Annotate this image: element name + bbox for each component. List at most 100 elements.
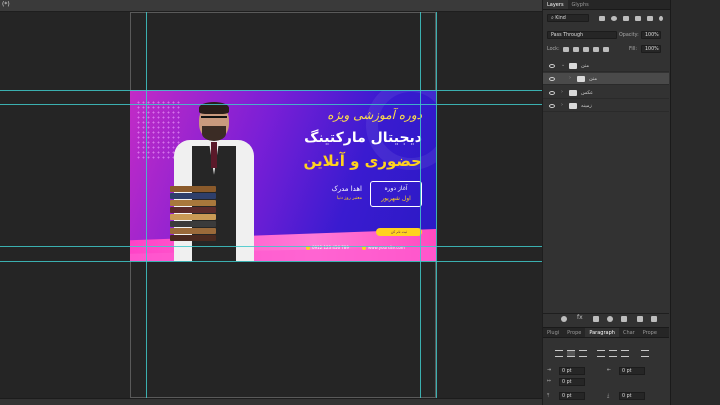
tab-layers[interactable]: Layers xyxy=(543,0,568,9)
certificate-info: اهدا مدرک معتبر روز دنیا xyxy=(331,184,362,204)
justify-right-icon[interactable] xyxy=(621,350,629,357)
filter-kind-label: Kind xyxy=(555,16,566,21)
guide-horizontal[interactable] xyxy=(0,246,542,247)
indent-left-icon: ⇥ xyxy=(547,368,552,373)
tab-plugins[interactable]: Plugi xyxy=(543,328,563,337)
banner-title-line2: دیجیتال مارکتینگ xyxy=(304,130,422,146)
tab-properties-2[interactable]: Prope xyxy=(639,328,661,337)
chevron-right-icon[interactable]: › xyxy=(561,102,563,108)
tab-properties[interactable]: Prope xyxy=(563,328,585,337)
indent-first-line-field[interactable]: 0 pt xyxy=(559,378,585,386)
adjustment-filter-icon[interactable] xyxy=(611,16,617,21)
indent-first-line-icon: ↦ xyxy=(547,379,552,384)
banner-title-line1: دوره آموزشی ویژه xyxy=(327,108,422,122)
register-pill: ثبت نام کن xyxy=(376,228,422,236)
fx-icon[interactable]: fx xyxy=(577,314,585,321)
chevron-right-icon[interactable]: › xyxy=(561,89,563,95)
shape-filter-icon[interactable] xyxy=(635,16,641,21)
layer-row-selected[interactable]: › متن xyxy=(543,73,669,85)
align-left-icon[interactable] xyxy=(555,350,563,357)
type-filter-icon[interactable] xyxy=(623,16,629,21)
layers-bottom-toolbar: fx xyxy=(543,313,669,323)
layer-name: زمینه xyxy=(581,103,592,109)
blend-mode-label: Pass Through xyxy=(551,33,584,38)
layer-row[interactable]: › عکس xyxy=(543,87,669,99)
justify-center-icon[interactable] xyxy=(609,350,617,357)
mask-icon[interactable] xyxy=(593,316,599,322)
guide-vertical[interactable] xyxy=(146,12,147,398)
space-after-field[interactable]: 0 pt xyxy=(619,392,645,400)
image-filter-icon[interactable] xyxy=(599,16,605,21)
book-stack xyxy=(170,186,216,244)
link-icon[interactable] xyxy=(561,316,567,322)
smart-object-filter-icon[interactable] xyxy=(647,16,653,21)
new-group-icon[interactable] xyxy=(621,316,627,322)
status-bar xyxy=(0,398,542,405)
canvas-area[interactable]: دوره آموزشی ویژه دیجیتال مارکتینگ حضوری … xyxy=(0,12,542,398)
layers-panel-tabs: Layers Glyphs xyxy=(543,0,670,10)
banner-title-line3: حضوری و آنلاین xyxy=(303,152,422,170)
tab-character[interactable]: Char xyxy=(619,328,639,337)
folder-icon xyxy=(569,63,577,69)
guide-vertical[interactable] xyxy=(420,12,421,398)
paragraph-panel-tabs: Plugi Prope Paragraph Char Prope xyxy=(543,328,669,338)
justify-left-icon[interactable] xyxy=(597,350,605,357)
chevron-down-icon[interactable]: ⌄ xyxy=(561,62,565,68)
guide-horizontal[interactable] xyxy=(0,90,542,91)
beard-shape xyxy=(202,126,226,141)
space-before-icon: ⤒ xyxy=(547,394,550,399)
cert-sub: معتبر روز دنیا xyxy=(336,196,362,201)
paragraph-panel: Plugi Prope Paragraph Char Prope ⇥ 0 pt … xyxy=(543,327,669,405)
lock-all-icon[interactable] xyxy=(603,47,609,52)
document-tab[interactable]: (*) xyxy=(2,1,10,8)
align-right-icon[interactable] xyxy=(579,350,587,357)
glasses-shape xyxy=(201,116,227,122)
space-before-field[interactable]: 0 pt xyxy=(559,392,585,400)
blend-mode-select[interactable]: Pass Through xyxy=(547,31,617,39)
guide-horizontal[interactable] xyxy=(0,104,542,105)
eye-icon[interactable] xyxy=(549,64,555,68)
cert-label: اهدا مدرک xyxy=(331,185,362,193)
fill-field[interactable]: 100% xyxy=(641,45,661,53)
tab-paragraph[interactable]: Paragraph xyxy=(585,328,619,337)
trash-icon[interactable] xyxy=(651,316,657,322)
lock-position-icon[interactable] xyxy=(583,47,589,52)
adjustment-layer-icon[interactable] xyxy=(607,316,613,322)
guide-horizontal[interactable] xyxy=(0,261,542,262)
tab-glyphs[interactable]: Glyphs xyxy=(568,0,593,9)
folder-icon xyxy=(577,76,585,82)
eye-icon[interactable] xyxy=(549,104,555,108)
eye-icon[interactable] xyxy=(549,77,555,81)
lock-artboard-icon[interactable] xyxy=(593,47,599,52)
opacity-field[interactable]: 100% xyxy=(641,31,661,39)
fill-label: Fill: xyxy=(629,47,638,52)
indent-right-field[interactable]: 0 pt xyxy=(619,367,645,375)
folder-icon xyxy=(569,103,577,109)
layer-name: عکس xyxy=(581,90,594,96)
banner-artwork[interactable]: دوره آموزشی ویژه دیجیتال مارکتینگ حضوری … xyxy=(130,90,436,261)
panel-dock: Layers Glyphs ⌕ Kind Pass Through Opacit… xyxy=(542,0,670,405)
chevron-right-icon[interactable]: › xyxy=(569,75,571,81)
layer-name: متن xyxy=(581,63,589,69)
lock-row: Lock: Fill: 100% xyxy=(543,45,669,55)
indent-left-field[interactable]: 0 pt xyxy=(559,367,585,375)
start-date: اول شهریور xyxy=(381,195,411,202)
lock-pixels-icon[interactable] xyxy=(563,47,569,52)
align-center-icon[interactable] xyxy=(567,350,575,357)
eye-icon[interactable] xyxy=(549,91,555,95)
folder-icon xyxy=(569,90,577,96)
layer-row[interactable]: › زمینه xyxy=(543,100,669,112)
filter-kind-select[interactable]: ⌕ Kind xyxy=(547,14,589,22)
guide-vertical[interactable] xyxy=(436,12,437,398)
filter-toggle-icon[interactable] xyxy=(659,16,663,21)
indent-right-icon: ⇤ xyxy=(607,368,612,373)
space-after-icon: ⤓ xyxy=(607,394,610,399)
layer-row[interactable]: ⌄ متن xyxy=(543,60,669,72)
lock-image-icon[interactable] xyxy=(573,47,579,52)
justify-all-icon[interactable] xyxy=(641,350,649,357)
collapsed-panel-strip xyxy=(670,0,720,405)
document-tab-bar: (*) xyxy=(0,0,542,12)
tie-shape xyxy=(211,142,217,168)
new-layer-icon[interactable] xyxy=(637,316,643,322)
layer-name: متن xyxy=(589,76,597,82)
